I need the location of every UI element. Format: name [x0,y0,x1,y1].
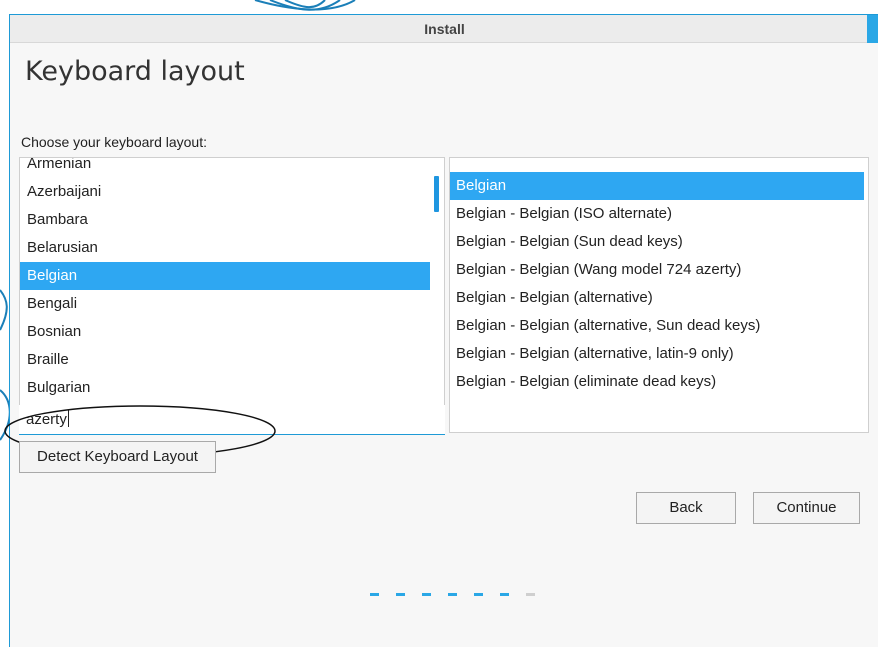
keyboard-layout-list[interactable]: Armenian Azerbaijani Bambara Belarusian Belg… [19,157,445,409]
layout-list-item[interactable]: Belarusian [20,234,430,262]
progress-step [448,593,457,596]
back-button[interactable]: Back [636,492,736,524]
layout-list-scrollbar[interactable] [434,176,439,212]
layout-list-item[interactable]: Bengali [20,290,430,318]
detect-keyboard-layout-button[interactable]: Detect Keyboard Layout [19,441,216,473]
variant-list-item[interactable]: Belgian - Belgian (Sun dead keys) [450,228,864,256]
layout-list-item[interactable]: Armenian [20,158,430,178]
window-control-corner[interactable] [867,15,878,43]
window-title: Install [424,21,465,37]
variant-list-item[interactable]: Belgian [450,172,864,200]
variant-list-item[interactable]: Belgian - Belgian (eliminate dead keys) [450,368,864,396]
variant-list-item[interactable]: Belgian - Belgian (ISO alternate) [450,200,864,228]
variant-list-item[interactable]: Belgian - Belgian (alternative, Sun dead… [450,312,864,340]
layout-list-item[interactable]: Belgian [20,262,430,290]
progress-step [526,593,535,596]
text-cursor [67,410,69,427]
title-bar: Install [10,15,878,43]
variant-list-item[interactable]: Belgian - Belgian (alternative, latin-9 … [450,340,864,368]
progress-step [422,593,431,596]
layout-list-item[interactable]: Bulgarian [20,374,430,402]
layout-list-item[interactable]: Braille [20,346,430,374]
layout-list-item[interactable]: Azerbaijani [20,178,430,206]
layout-search-input[interactable]: azerty [19,405,445,435]
progress-step [370,593,379,596]
variant-list-item[interactable]: Belgian - Belgian (alternative) [450,284,864,312]
layout-list-item[interactable]: Bosnian [20,318,430,346]
progress-step [474,593,483,596]
page-title: Keyboard layout [25,56,245,87]
variant-list-item[interactable]: Belgian - Belgian (Wang model 724 azerty… [450,256,864,284]
progress-step [396,593,405,596]
progress-step [500,593,509,596]
search-text: azerty [26,411,67,428]
install-progress-indicator [358,593,535,597]
layout-list-item[interactable]: Bambara [20,206,430,234]
layout-prompt-label: Choose your keyboard layout: [21,134,207,150]
keyboard-variant-list[interactable]: Belgian Belgian - Belgian (ISO alternate)… [449,157,869,433]
continue-button[interactable]: Continue [753,492,860,524]
